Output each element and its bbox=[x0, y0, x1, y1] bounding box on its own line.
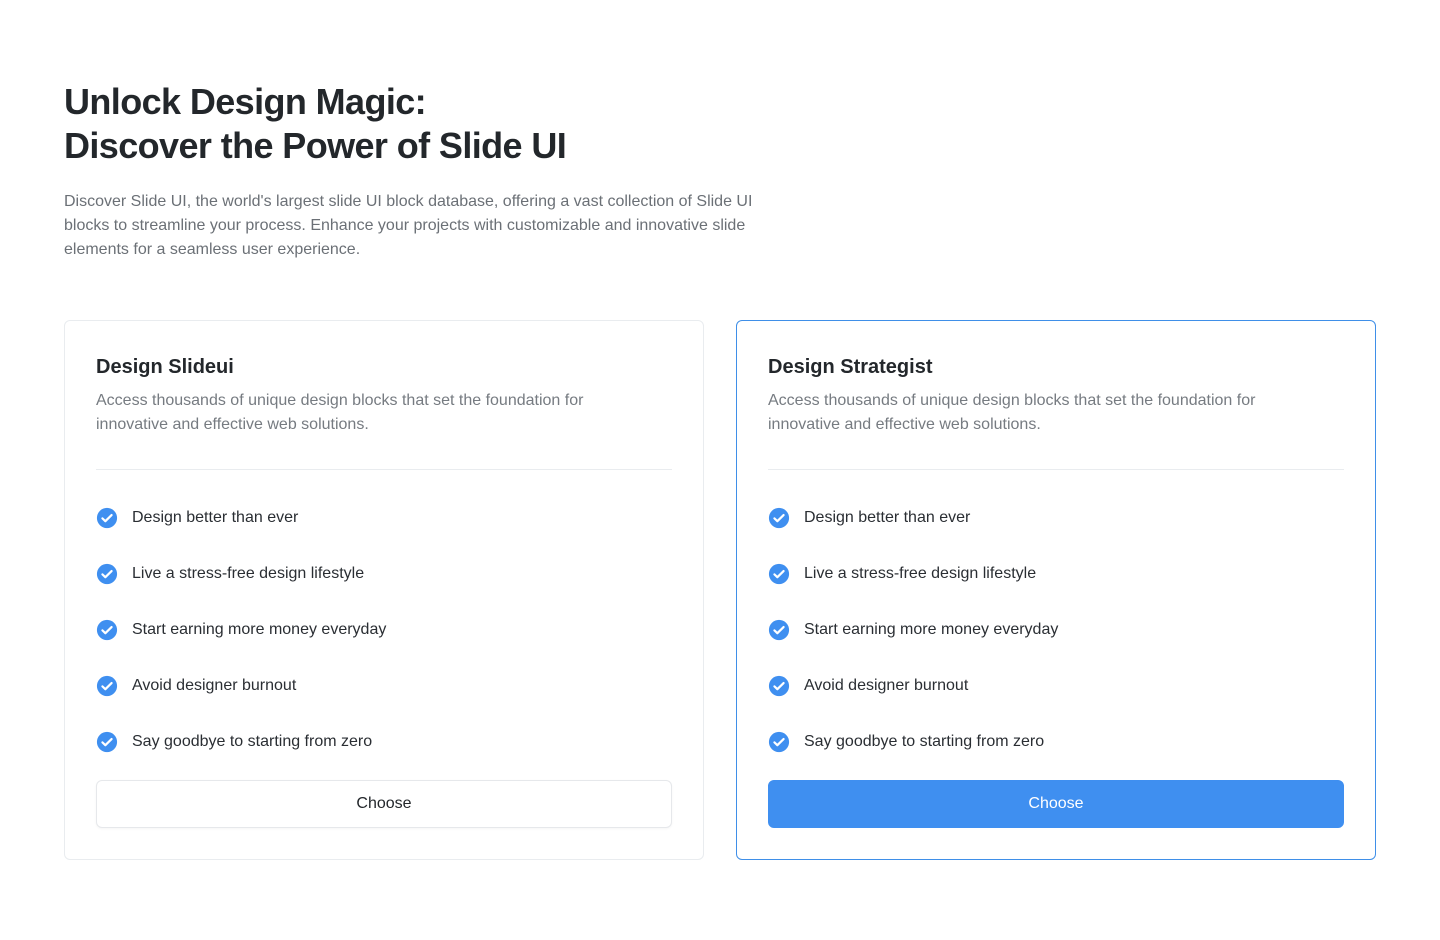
feature-item: Design better than ever bbox=[768, 490, 1344, 546]
feature-label: Avoid designer burnout bbox=[132, 677, 297, 694]
feature-label: Avoid designer burnout bbox=[804, 677, 969, 694]
feature-label: Live a stress-free design lifestyle bbox=[132, 565, 365, 582]
page-title: Unlock Design Magic: Discover the Power … bbox=[64, 80, 764, 168]
check-circle-icon bbox=[96, 563, 118, 585]
feature-item: Start earning more money everyday bbox=[768, 602, 1344, 658]
feature-label: Design better than ever bbox=[804, 509, 971, 526]
check-circle-icon bbox=[96, 619, 118, 641]
feature-label: Start earning more money everyday bbox=[132, 621, 387, 638]
feature-label: Design better than ever bbox=[132, 509, 299, 526]
plan-description: Access thousands of unique design blocks… bbox=[768, 392, 1256, 433]
plan-title: Design Strategist bbox=[768, 356, 933, 378]
feature-item: Live a stress-free design lifestyle bbox=[768, 546, 1344, 602]
feature-item: Say goodbye to starting from zero bbox=[768, 714, 1344, 770]
plan-card-design-slideui: Design Slideui Access thousands of uniqu… bbox=[64, 320, 704, 860]
pricing-cards: Design Slideui Access thousands of uniqu… bbox=[64, 320, 1376, 860]
feature-item: Avoid designer burnout bbox=[768, 658, 1344, 714]
check-circle-icon bbox=[768, 731, 790, 753]
feature-item: Live a stress-free design lifestyle bbox=[96, 546, 672, 602]
choose-button-design-slideui[interactable]: Choose bbox=[96, 780, 672, 828]
check-circle-icon bbox=[768, 675, 790, 697]
divider bbox=[96, 469, 672, 470]
page-title-line-2: Discover the Power of Slide UI bbox=[64, 125, 567, 166]
divider bbox=[768, 469, 1344, 470]
check-circle-icon bbox=[96, 675, 118, 697]
plan-description: Access thousands of unique design blocks… bbox=[96, 392, 584, 433]
feature-item: Design better than ever bbox=[96, 490, 672, 546]
check-circle-icon bbox=[768, 507, 790, 529]
feature-label: Say goodbye to starting from zero bbox=[132, 733, 373, 750]
feature-item: Say goodbye to starting from zero bbox=[96, 714, 672, 770]
feature-label: Say goodbye to starting from zero bbox=[804, 733, 1045, 750]
page-title-line-1: Unlock Design Magic: bbox=[64, 81, 427, 122]
feature-item: Avoid designer burnout bbox=[96, 658, 672, 714]
choose-button-design-strategist[interactable]: Choose bbox=[768, 780, 1344, 828]
check-circle-icon bbox=[768, 619, 790, 641]
check-circle-icon bbox=[768, 563, 790, 585]
feature-list: Design better than ever Live a stress-fr… bbox=[96, 490, 672, 770]
feature-label: Live a stress-free design lifestyle bbox=[804, 565, 1037, 582]
check-circle-icon bbox=[96, 507, 118, 529]
plan-card-design-strategist: Design Strategist Access thousands of un… bbox=[736, 320, 1376, 860]
feature-label: Start earning more money everyday bbox=[804, 621, 1059, 638]
page-description: Discover Slide UI, the world's largest s… bbox=[64, 193, 753, 258]
check-circle-icon bbox=[96, 731, 118, 753]
feature-list: Design better than ever Live a stress-fr… bbox=[768, 490, 1344, 770]
hero-section: Unlock Design Magic: Discover the Power … bbox=[64, 80, 764, 262]
feature-item: Start earning more money everyday bbox=[96, 602, 672, 658]
plan-title: Design Slideui bbox=[96, 356, 234, 378]
